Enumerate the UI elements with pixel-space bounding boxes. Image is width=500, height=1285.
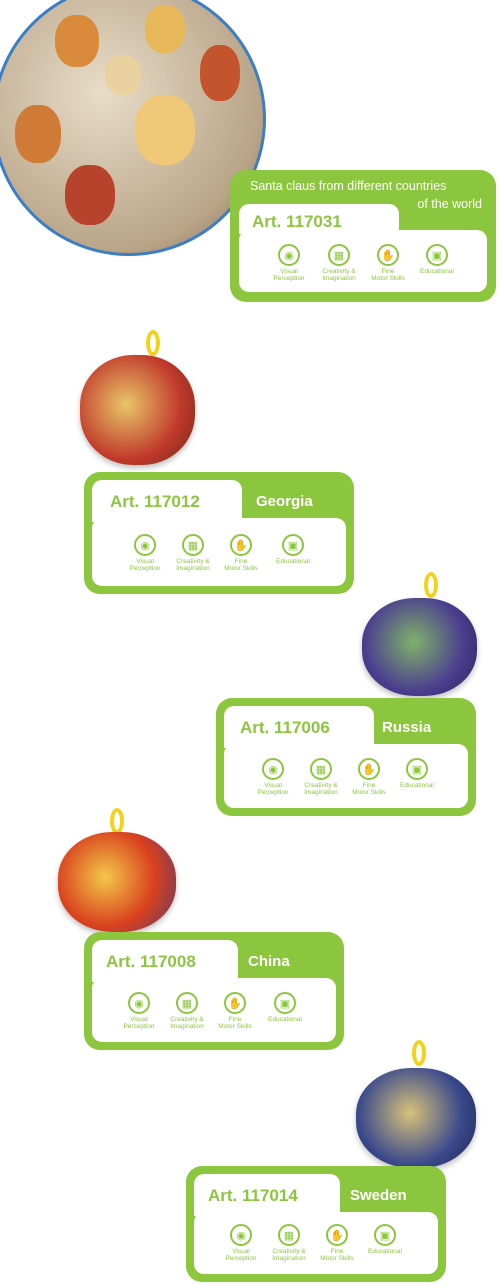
book-icon: ▣ [426,244,448,266]
skill-educational: ▣ Educational [356,1224,414,1255]
product-card-117031: Santa claus from different countries of … [230,170,496,302]
skill-educational: ▣ Educational [256,992,314,1023]
country-label: Russia [382,719,432,736]
article-number: Art. 117014 [208,1186,298,1205]
skill-educational: ▣ Educational [264,534,322,565]
hand-icon: ✋ [224,992,246,1014]
building-blocks-icon: ▦ [328,244,350,266]
building-blocks-icon: ▦ [278,1224,300,1246]
country-label: Georgia [256,493,313,510]
product-card-117006: Art. 117006 Russia ◉ Visual Perception ▦… [216,698,476,816]
book-icon: ▣ [374,1224,396,1246]
skill-educational: ▣ Educational [408,244,466,275]
hero-garland-photo [0,0,266,256]
article-number: Art. 117031 [252,212,342,231]
building-blocks-icon: ▦ [176,992,198,1014]
country-label: China [248,953,290,970]
skill-educational: ▣ Educational [388,758,446,789]
product-card-117012: Art. 117012 Georgia ◉ Visual Perception … [84,472,354,594]
country-label: Sweden [350,1187,407,1204]
eye-icon: ◉ [278,244,300,266]
book-icon: ▣ [274,992,296,1014]
hand-icon: ✋ [230,534,252,556]
eye-icon: ◉ [262,758,284,780]
book-icon: ▣ [406,758,428,780]
article-number: Art. 117006 [240,718,330,737]
product-card-117008: Art. 117008 China ◉ Visual Perception ▦ … [84,932,344,1050]
ribbon-icon [146,330,160,356]
ornament-sweden-image [356,1068,476,1168]
article-number: Art. 117012 [110,492,200,511]
article-number: Art. 117008 [106,952,196,971]
ribbon-icon [424,572,438,598]
eye-icon: ◉ [134,534,156,556]
ornament-russia-image [362,598,477,696]
ribbon-icon [412,1040,426,1066]
ornament-georgia-image [80,355,195,465]
eye-icon: ◉ [230,1224,252,1246]
header-title-line1: Santa claus from different countries [250,179,447,193]
hand-icon: ✋ [377,244,399,266]
ornament-china-image [58,832,176,932]
building-blocks-icon: ▦ [310,758,332,780]
building-blocks-icon: ▦ [182,534,204,556]
eye-icon: ◉ [128,992,150,1014]
header-title-line2: of the world [417,197,482,211]
product-card-117014: Art. 117014 Sweden ◉ Visual Perception ▦… [186,1166,446,1282]
hand-icon: ✋ [358,758,380,780]
hand-icon: ✋ [326,1224,348,1246]
ribbon-icon [110,808,124,834]
book-icon: ▣ [282,534,304,556]
skill-fine-motor: ✋ Fine Motor Skills [212,534,270,572]
